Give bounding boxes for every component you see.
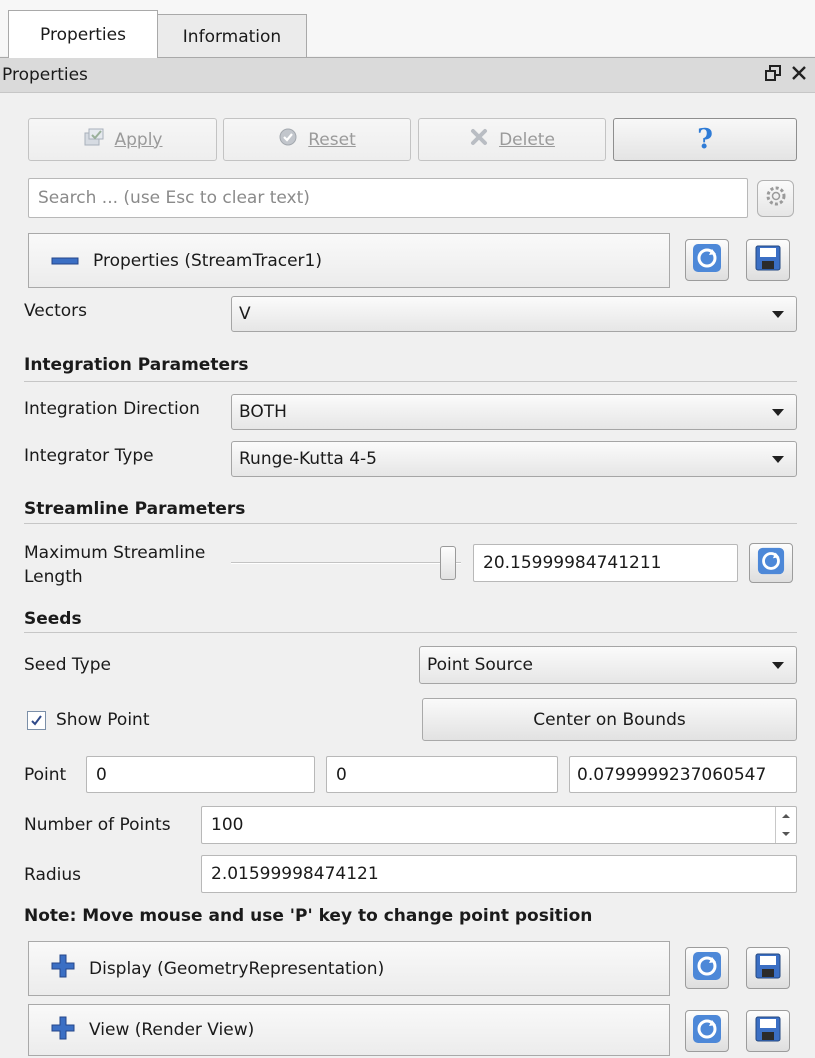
chevron-down-icon — [772, 456, 784, 463]
integrator-type-select[interactable]: Runge-Kutta 4-5 — [231, 441, 797, 477]
properties-save-defaults-button[interactable] — [746, 239, 790, 281]
save-icon — [755, 245, 781, 276]
max-length-input[interactable]: 20.15999984741211 — [473, 544, 738, 582]
view-section-header[interactable]: View (Render View) — [28, 1004, 670, 1056]
radius-label: Radius — [24, 865, 82, 885]
minus-icon — [51, 251, 79, 271]
max-streamline-length-label-line2: Length — [24, 567, 83, 587]
max-streamline-length-label: Maximum Streamline Length — [24, 541, 205, 589]
delete-button[interactable]: Delete — [418, 118, 606, 161]
point-z-input[interactable]: 0.0799999237060547 — [569, 756, 797, 793]
advanced-gear-button[interactable] — [757, 180, 794, 217]
tab-information[interactable]: Information — [157, 14, 307, 58]
vectors-select[interactable]: V — [231, 296, 797, 332]
display-save-defaults-button[interactable] — [746, 947, 790, 989]
refresh-icon — [692, 951, 722, 986]
show-point-checkbox-row[interactable]: Show Point — [27, 710, 149, 730]
properties-section-header[interactable]: Properties (StreamTracer1) — [28, 233, 670, 288]
refresh-icon — [692, 243, 722, 278]
streamline-parameters-heading: Streamline Parameters — [24, 499, 246, 519]
save-icon — [755, 1016, 781, 1047]
number-of-points-spinner[interactable] — [775, 807, 796, 843]
center-on-bounds-label: Center on Bounds — [533, 709, 686, 730]
plus-icon — [51, 954, 75, 983]
display-section-header[interactable]: Display (GeometryRepresentation) — [28, 941, 670, 996]
integration-direction-label: Integration Direction — [24, 399, 200, 419]
integration-direction-select[interactable]: BOTH — [231, 394, 797, 430]
properties-restore-defaults-button[interactable] — [685, 239, 729, 281]
delete-icon — [469, 127, 489, 152]
max-length-slider-handle[interactable] — [440, 546, 456, 580]
number-of-points-label: Number of Points — [24, 815, 171, 835]
chevron-down-icon — [772, 662, 784, 669]
plus-icon — [51, 1016, 75, 1045]
vectors-label: Vectors — [24, 301, 88, 321]
delete-label: Delete — [499, 129, 555, 150]
dock-controls — [765, 62, 807, 88]
chevron-down-icon — [772, 409, 784, 416]
close-icon[interactable] — [791, 65, 807, 86]
tab-properties-label: Properties — [40, 24, 126, 45]
spin-up-icon[interactable] — [776, 807, 796, 825]
dock-title-bar: Properties — [0, 57, 815, 93]
view-save-defaults-button[interactable] — [746, 1010, 790, 1052]
apply-icon — [83, 127, 105, 152]
integration-parameters-heading: Integration Parameters — [24, 355, 249, 375]
reset-button[interactable]: Reset — [223, 118, 411, 161]
view-section-label: View (Render View) — [89, 1020, 255, 1040]
divider — [24, 381, 797, 382]
reset-label: Reset — [308, 129, 356, 150]
max-length-slider-track[interactable] — [231, 562, 461, 564]
show-point-label: Show Point — [56, 710, 150, 730]
display-section-label: Display (GeometryRepresentation) — [89, 958, 385, 979]
refresh-icon — [757, 547, 785, 580]
seeds-heading: Seeds — [24, 609, 82, 629]
save-icon — [755, 953, 781, 984]
dock-title: Properties — [2, 65, 88, 85]
vectors-value: V — [239, 304, 251, 324]
point-position-note: Note: Move mouse and use 'P' key to chan… — [24, 906, 593, 926]
refresh-icon — [692, 1014, 722, 1049]
number-of-points-value: 100 — [211, 815, 244, 835]
display-restore-defaults-button[interactable] — [685, 947, 729, 989]
tab-properties[interactable]: Properties — [8, 10, 158, 58]
seed-type-value: Point Source — [427, 655, 534, 675]
help-icon: ? — [697, 124, 713, 155]
show-point-checkbox[interactable] — [27, 710, 46, 730]
seed-type-label: Seed Type — [24, 655, 111, 675]
integrator-type-value: Runge-Kutta 4-5 — [239, 449, 377, 469]
number-of-points-input[interactable]: 100 — [201, 806, 797, 844]
point-label: Point — [24, 765, 67, 785]
radius-input[interactable]: 2.01599998474121 — [201, 855, 797, 893]
point-y-input[interactable]: 0 — [326, 756, 558, 793]
chevron-down-icon — [772, 311, 784, 318]
properties-section-label: Properties (StreamTracer1) — [93, 250, 322, 271]
search-input[interactable]: Search ... (use Esc to clear text) — [28, 178, 748, 218]
apply-label: Apply — [114, 129, 163, 150]
reset-icon — [278, 127, 298, 152]
divider — [24, 632, 797, 633]
spin-down-icon[interactable] — [776, 825, 796, 843]
float-icon[interactable] — [765, 64, 781, 86]
max-length-reset-button[interactable] — [749, 543, 793, 583]
apply-button[interactable]: Apply — [28, 118, 217, 161]
integration-direction-value: BOTH — [239, 402, 287, 422]
gear-icon — [764, 184, 788, 213]
integrator-type-label: Integrator Type — [24, 446, 154, 466]
center-on-bounds-button[interactable]: Center on Bounds — [422, 698, 797, 741]
max-streamline-length-label-line1: Maximum Streamline — [24, 543, 206, 563]
seed-type-select[interactable]: Point Source — [419, 646, 797, 684]
help-button[interactable]: ? — [613, 118, 797, 161]
view-restore-defaults-button[interactable] — [685, 1010, 729, 1052]
point-x-input[interactable]: 0 — [86, 756, 315, 793]
divider — [24, 523, 797, 524]
tab-information-label: Information — [182, 26, 282, 47]
